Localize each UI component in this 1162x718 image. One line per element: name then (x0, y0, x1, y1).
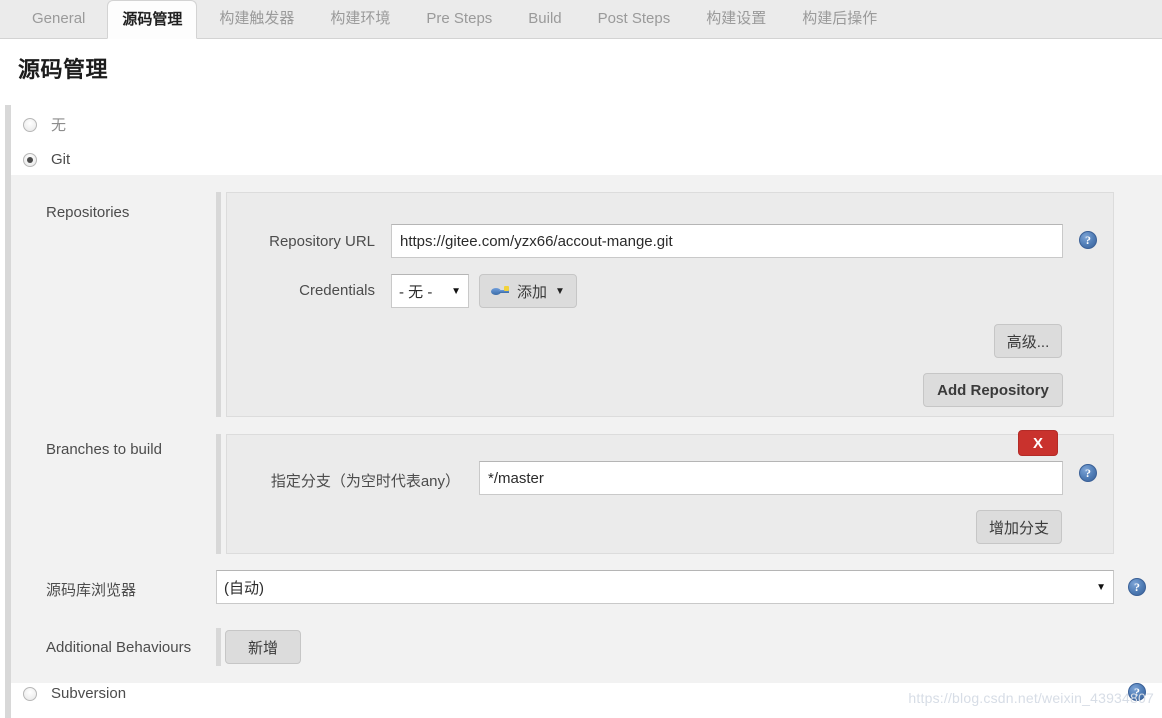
radio-none-label: 无 (51, 117, 67, 134)
scm-section: 无 Git Repositories Repository URL ? Cred… (0, 100, 1162, 718)
repositories-divider (216, 192, 221, 417)
config-tab-bar: General 源码管理 构建触发器 构建环境 Pre Steps Build … (0, 0, 1162, 39)
radio-subversion-label: Subversion (51, 685, 127, 702)
page-title: 源码管理 (18, 57, 109, 82)
radio-git-label: Git (51, 151, 71, 168)
tab-post-steps[interactable]: Post Steps (584, 0, 685, 38)
tab-source-code-management[interactable]: 源码管理 (107, 0, 198, 39)
branches-section-label: Branches to build (46, 441, 162, 458)
branch-specifier-input[interactable] (479, 461, 1063, 495)
repo-browser-select-value: (自动) (224, 579, 264, 597)
add-behaviour-button[interactable]: 新增 (225, 630, 301, 664)
git-options-panel-footer (11, 673, 1162, 683)
chevron-down-icon: ▼ (1096, 581, 1106, 593)
help-icon-glyph: ? (1134, 685, 1140, 699)
tab-pre-steps[interactable]: Pre Steps (412, 0, 506, 38)
credentials-label: Credentials (299, 282, 375, 299)
add-branch-label: 增加分支 (988, 519, 1049, 537)
repositories-section-label: Repositories (46, 204, 130, 221)
branch-specifier-label: 指定分支（为空时代表any） (270, 473, 460, 490)
tab-post-build-actions[interactable]: 构建后操作 (788, 0, 891, 38)
radio-subversion[interactable] (23, 686, 37, 701)
tab-build[interactable]: Build (514, 0, 575, 38)
branch-specifier-help-icon[interactable]: ? (1079, 464, 1097, 482)
key-icon (491, 284, 510, 298)
add-behaviour-label: 新增 (247, 639, 278, 657)
advanced-button[interactable]: 高级... (994, 324, 1062, 358)
tab-general[interactable]: General (18, 0, 99, 38)
credentials-select-value: - 无 - (399, 283, 433, 301)
repo-browser-label: 源码库浏览器 (46, 582, 137, 599)
add-repository-button[interactable]: Add Repository (923, 373, 1063, 407)
tab-build-environment[interactable]: 构建环境 (316, 0, 404, 38)
add-credentials-button[interactable]: 添加 ▼ (479, 274, 577, 308)
scm-option-subversion[interactable]: Subversion (23, 685, 126, 702)
repository-url-help-icon[interactable]: ? (1079, 231, 1097, 249)
repository-url-label: Repository URL (269, 233, 375, 250)
radio-git[interactable] (23, 152, 37, 167)
radio-none[interactable] (23, 117, 37, 132)
chevron-down-icon: ▼ (451, 285, 461, 297)
scm-option-git[interactable]: Git (23, 151, 70, 168)
additional-behaviours-divider (216, 628, 221, 666)
tab-build-triggers[interactable]: 构建触发器 (205, 0, 308, 38)
repo-browser-select[interactable]: (自动) ▼ (216, 570, 1114, 604)
credentials-select[interactable]: - 无 - ▼ (391, 274, 469, 308)
tab-build-settings[interactable]: 构建设置 (692, 0, 780, 38)
add-repository-label: Add Repository (937, 381, 1049, 399)
help-icon-glyph: ? (1134, 580, 1140, 594)
repository-url-input[interactable] (391, 224, 1063, 258)
subversion-help-icon[interactable]: ? (1128, 683, 1146, 701)
branches-divider (216, 434, 221, 554)
advanced-label: 高级... (1006, 333, 1050, 351)
delete-branch-label: X (1032, 434, 1043, 452)
help-icon-glyph: ? (1085, 466, 1091, 480)
add-branch-button[interactable]: 增加分支 (976, 510, 1062, 544)
scm-option-none[interactable]: 无 (23, 114, 66, 135)
jenkins-job-config-page: General 源码管理 构建触发器 构建环境 Pre Steps Build … (0, 0, 1162, 718)
help-icon-glyph: ? (1085, 233, 1091, 247)
chevron-down-icon: ▼ (555, 285, 565, 297)
repo-browser-help-icon[interactable]: ? (1128, 578, 1146, 596)
add-credentials-label: 添加 (517, 283, 548, 301)
delete-branch-button[interactable]: X (1018, 430, 1058, 456)
